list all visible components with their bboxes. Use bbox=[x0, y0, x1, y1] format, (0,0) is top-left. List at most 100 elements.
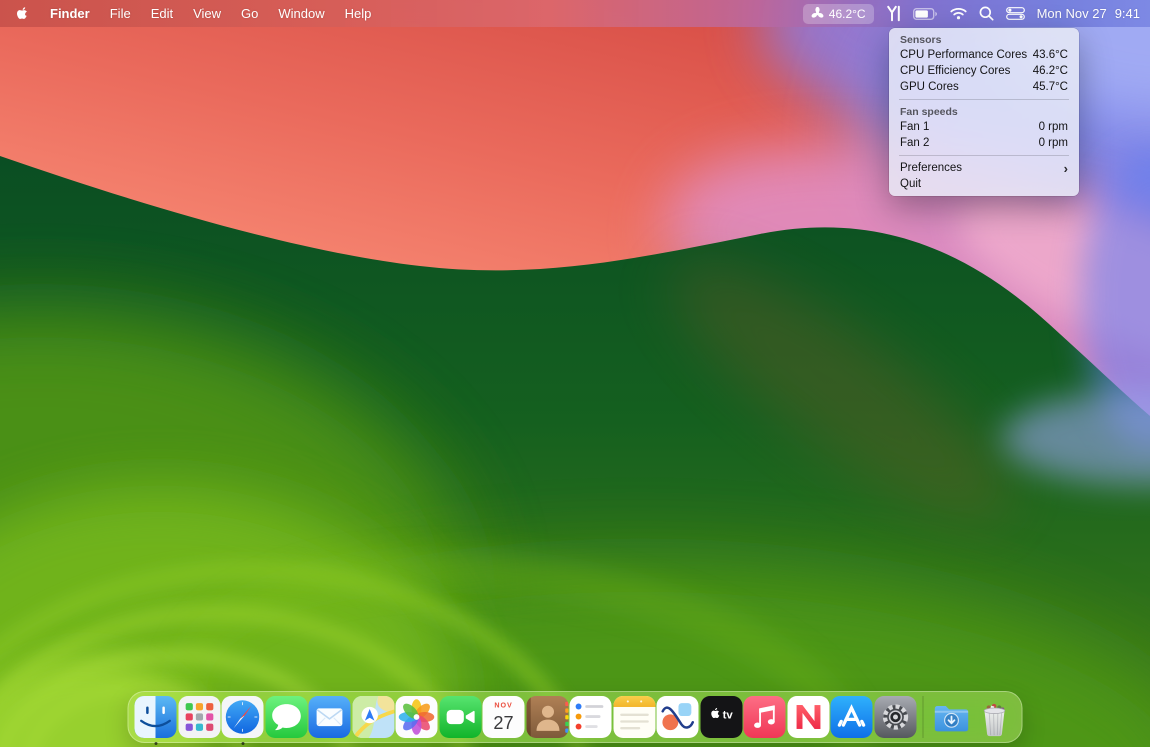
wifi-menu-extra[interactable] bbox=[950, 7, 967, 20]
sensor-bars-icon bbox=[886, 5, 901, 22]
dock-finder[interactable] bbox=[135, 696, 177, 738]
app-store-icon bbox=[831, 696, 873, 738]
trash-full-icon bbox=[974, 696, 1016, 738]
downloads-folder-icon bbox=[930, 696, 972, 738]
apple-logo-icon bbox=[15, 6, 29, 22]
fan-value: 0 rpm bbox=[1039, 137, 1068, 149]
desktop: Finder File Edit View Go Window Help 46.… bbox=[0, 0, 1150, 747]
menu-separator bbox=[899, 99, 1069, 100]
dock-mail[interactable] bbox=[309, 696, 351, 738]
dock-system-settings[interactable] bbox=[874, 696, 916, 738]
menu-bar: Finder File Edit View Go Window Help 46.… bbox=[0, 0, 1150, 27]
safari-icon bbox=[222, 696, 264, 738]
clock-date: Mon Nov 27 bbox=[1037, 6, 1107, 21]
menu-item-cpu-performance-cores[interactable]: CPU Performance Cores 43.6°C bbox=[889, 47, 1079, 63]
mail-icon bbox=[309, 696, 351, 738]
dock-maps[interactable] bbox=[352, 696, 394, 738]
menu-window[interactable]: Window bbox=[268, 0, 334, 27]
menu-section-sensors: Sensors bbox=[889, 32, 1079, 47]
dock-photos[interactable] bbox=[396, 696, 438, 738]
dock-contacts[interactable] bbox=[526, 696, 568, 738]
menu-bar-status: 46.2°C bbox=[803, 0, 1150, 27]
apple-menu[interactable] bbox=[0, 0, 40, 27]
fan-label: Fan 2 bbox=[900, 137, 929, 149]
clock-time: 9:41 bbox=[1115, 6, 1140, 21]
chevron-right-icon: › bbox=[1064, 162, 1068, 175]
menu-separator bbox=[899, 155, 1069, 156]
facetime-icon bbox=[439, 696, 481, 738]
finder-icon bbox=[135, 696, 177, 738]
menu-finder[interactable]: Finder bbox=[40, 0, 100, 27]
menu-item-fan-2[interactable]: Fan 2 0 rpm bbox=[889, 135, 1079, 151]
sensor-value: 43.6°C bbox=[1033, 49, 1068, 61]
preferences-label: Preferences bbox=[900, 162, 962, 174]
sensor-value: 45.7°C bbox=[1033, 81, 1068, 93]
freeform-icon bbox=[657, 696, 699, 738]
maps-icon bbox=[352, 696, 394, 738]
dock-news[interactable] bbox=[787, 696, 829, 738]
menu-edit[interactable]: Edit bbox=[141, 0, 183, 27]
dock-divider bbox=[923, 696, 924, 738]
dock-app-store[interactable] bbox=[831, 696, 873, 738]
running-indicator bbox=[241, 742, 244, 745]
dock-downloads-folder[interactable] bbox=[930, 696, 972, 738]
sensor-label: CPU Performance Cores bbox=[900, 49, 1027, 61]
dock-reminders[interactable] bbox=[570, 696, 612, 738]
calendar-month: NOV bbox=[494, 701, 512, 709]
fan-value: 0 rpm bbox=[1039, 121, 1068, 133]
spotlight-search-icon bbox=[979, 6, 994, 21]
fan-icon bbox=[811, 7, 824, 20]
spotlight-menu-extra[interactable] bbox=[979, 6, 994, 21]
menu-item-quit[interactable]: Quit bbox=[889, 176, 1079, 192]
dock-safari[interactable] bbox=[222, 696, 264, 738]
sensor-label: GPU Cores bbox=[900, 81, 959, 93]
messages-icon bbox=[265, 696, 307, 738]
control-center-icon bbox=[1006, 7, 1025, 20]
dock-launchpad[interactable] bbox=[178, 696, 220, 738]
menu-file[interactable]: File bbox=[100, 0, 141, 27]
sensor-dropdown-menu: Sensors CPU Performance Cores 43.6°C CPU… bbox=[889, 28, 1079, 196]
dock-trash[interactable] bbox=[974, 696, 1016, 738]
menu-section-fan-speeds: Fan speeds bbox=[889, 104, 1079, 119]
menu-item-gpu-cores[interactable]: GPU Cores 45.7°C bbox=[889, 79, 1079, 95]
menu-item-preferences[interactable]: Preferences › bbox=[889, 160, 1079, 176]
calendar-icon: NOV 27 bbox=[483, 696, 525, 738]
battery-icon bbox=[913, 8, 938, 20]
menu-go[interactable]: Go bbox=[231, 0, 268, 27]
dock-notes[interactable] bbox=[613, 696, 655, 738]
wifi-icon bbox=[950, 7, 967, 20]
menu-view[interactable]: View bbox=[183, 0, 231, 27]
dock-messages[interactable] bbox=[265, 696, 307, 738]
news-icon bbox=[787, 696, 829, 738]
menu-help[interactable]: Help bbox=[335, 0, 382, 27]
battery-menu-extra[interactable] bbox=[913, 8, 938, 20]
menu-bar-clock[interactable]: Mon Nov 27 9:41 bbox=[1037, 6, 1140, 21]
running-indicator bbox=[154, 742, 157, 745]
menu-bar-left: Finder File Edit View Go Window Help bbox=[0, 0, 381, 27]
notes-icon bbox=[613, 696, 655, 738]
contacts-icon bbox=[526, 696, 568, 738]
dock-calendar[interactable]: NOV 27 bbox=[483, 696, 525, 738]
menu-item-cpu-efficiency-cores[interactable]: CPU Efficiency Cores 46.2°C bbox=[889, 63, 1079, 79]
sensor-value: 46.2°C bbox=[1033, 65, 1068, 77]
control-center-menu-extra[interactable] bbox=[1006, 7, 1025, 20]
sensor-bars-menu-extra[interactable] bbox=[886, 5, 901, 22]
quit-label: Quit bbox=[900, 178, 921, 190]
system-settings-gear-icon bbox=[874, 696, 916, 738]
fan-label: Fan 1 bbox=[900, 121, 929, 133]
menu-item-fan-1[interactable]: Fan 1 0 rpm bbox=[889, 119, 1079, 135]
music-icon bbox=[744, 696, 786, 738]
reminders-icon bbox=[570, 696, 612, 738]
sensor-label: CPU Efficiency Cores bbox=[900, 65, 1010, 77]
dock-freeform[interactable] bbox=[657, 696, 699, 738]
apple-tv-icon: tv bbox=[700, 696, 742, 738]
temperature-value: 46.2°C bbox=[829, 7, 866, 21]
tv-label: tv bbox=[722, 709, 733, 721]
dock-tv[interactable]: tv bbox=[700, 696, 742, 738]
dock: NOV 27 bbox=[128, 691, 1023, 743]
photos-icon bbox=[396, 696, 438, 738]
calendar-day: 27 bbox=[493, 713, 513, 733]
dock-music[interactable] bbox=[744, 696, 786, 738]
dock-facetime[interactable] bbox=[439, 696, 481, 738]
temperature-menu-extra[interactable]: 46.2°C bbox=[803, 4, 874, 24]
